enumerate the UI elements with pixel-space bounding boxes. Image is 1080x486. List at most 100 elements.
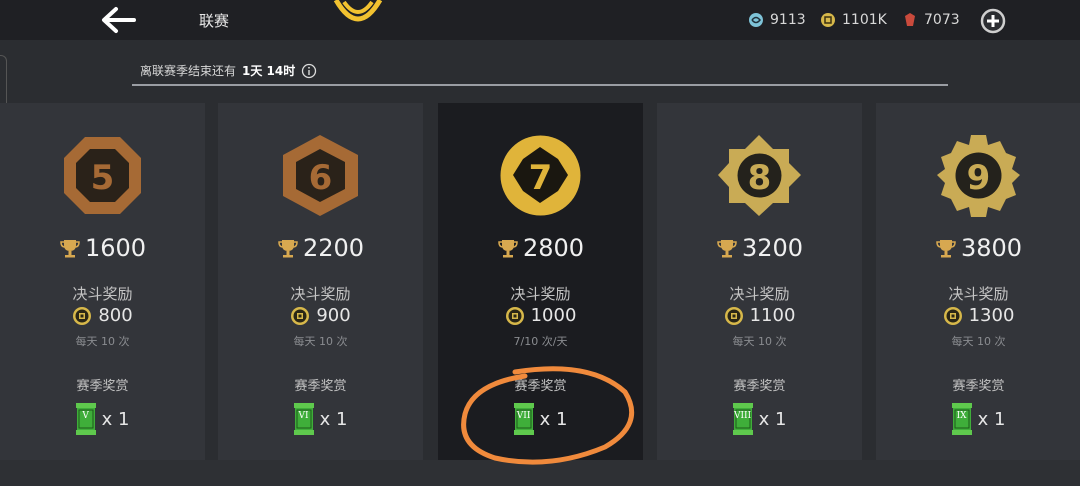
trophy-requirement: 2200 xyxy=(218,234,423,262)
rank-number: 6 xyxy=(309,158,333,198)
season-countdown: 离联赛季结束还有 1天 14时 xyxy=(140,62,317,79)
rank-number: 5 xyxy=(91,158,115,198)
duel-reward: 1000 xyxy=(438,305,643,326)
coin-icon xyxy=(943,306,962,325)
trophy-icon xyxy=(498,240,518,258)
trophy-requirement: 1600 xyxy=(0,234,205,262)
coin-icon xyxy=(73,306,92,325)
chest-icon: VI xyxy=(293,403,314,435)
tier-card-6[interactable]: 6 2200 决斗奖励 900 每天 10 次 赛季奖赏 VI x 1 xyxy=(218,103,423,460)
rank-badge-icon: 5 xyxy=(64,137,141,214)
chest-tier-numeral: V xyxy=(82,411,89,421)
trophy-count: 3800 xyxy=(960,234,1023,262)
season-reward-qty: x 1 xyxy=(101,408,130,430)
duel-reward-limit: 每天 10 次 xyxy=(75,335,130,348)
chest-icon: IX xyxy=(951,403,972,435)
season-reward-qty: x 1 xyxy=(758,408,787,430)
gem-count: 9113 xyxy=(770,12,806,28)
coin-icon xyxy=(724,306,743,325)
trophy-requirement: 2800 xyxy=(438,234,643,262)
trophy-icon xyxy=(278,240,298,258)
duel-reward-amount: 900 xyxy=(316,305,351,326)
chest-icon: VII xyxy=(513,403,534,435)
duel-reward-limit: 每天 10 次 xyxy=(293,335,348,348)
add-currency-button[interactable] xyxy=(980,8,1006,34)
gem-swirl-icon xyxy=(749,13,763,27)
duel-reward-amount: 1100 xyxy=(749,305,796,326)
season-reward-label: 赛季奖赏 xyxy=(514,379,567,394)
tier-card-5[interactable]: 5 1600 决斗奖励 800 每天 10 次 赛季奖赏 V x 1 xyxy=(0,103,205,460)
duel-reward-label: 决斗奖励 xyxy=(729,285,790,303)
duel-reward-label: 决斗奖励 xyxy=(72,285,133,303)
duel-reward-amount: 1300 xyxy=(968,305,1015,326)
trophy-requirement: 3800 xyxy=(876,234,1080,262)
season-reward-label: 赛季奖赏 xyxy=(952,379,1005,394)
season-reward: VII x 1 xyxy=(438,403,643,435)
info-icon[interactable] xyxy=(301,63,317,79)
tier-card-7[interactable]: 7 2800 决斗奖励 1000 7/10 次/天 赛季奖赏 VII x 1 xyxy=(438,103,643,460)
chest-icon: V xyxy=(75,403,96,435)
back-arrow-icon[interactable] xyxy=(100,6,136,34)
duel-reward-label: 决斗奖励 xyxy=(290,285,351,303)
currency-coins: 1101K xyxy=(820,10,887,30)
bottom-strip xyxy=(0,460,1080,486)
trophy-icon xyxy=(60,240,80,258)
chest-tier-numeral: VIII xyxy=(733,411,752,421)
crystal-count: 7073 xyxy=(924,12,960,28)
chest-tier-numeral: VI xyxy=(298,411,309,421)
league-logo-icon xyxy=(333,0,383,22)
season-reward-qty: x 1 xyxy=(539,408,568,430)
tier-card-8[interactable]: 8 3200 决斗奖励 1100 每天 10 次 赛季奖赏 VIII x 1 xyxy=(657,103,862,460)
chest-icon: VIII xyxy=(732,403,753,435)
tier-card-9[interactable]: 9 3800 决斗奖励 1300 每天 10 次 赛季奖赏 IX x 1 xyxy=(876,103,1080,460)
chest-tier-numeral: VII xyxy=(516,411,531,421)
duel-reward-label: 决斗奖励 xyxy=(948,285,1009,303)
trophy-count: 2200 xyxy=(302,234,365,262)
top-bar: 联赛 9113 1101K 7073 xyxy=(0,0,1080,40)
rank-badge-icon: 6 xyxy=(283,135,358,216)
trophy-count: 3200 xyxy=(741,234,804,262)
currency-crystals: 7073 xyxy=(902,10,960,30)
duel-reward-amount: 800 xyxy=(98,305,133,326)
currency-gems: 9113 xyxy=(748,10,806,30)
trophy-requirement: 3200 xyxy=(657,234,862,262)
divider xyxy=(132,84,948,86)
duel-reward-limit: 7/10 次/天 xyxy=(513,335,568,348)
duel-reward-limit: 每天 10 次 xyxy=(951,335,1006,348)
duel-reward-label: 决斗奖励 xyxy=(510,285,571,303)
countdown-label: 离联赛季结束还有 xyxy=(140,64,237,78)
season-reward: VI x 1 xyxy=(218,403,423,435)
duel-reward-limit: 每天 10 次 xyxy=(732,335,787,348)
rank-badge-icon: 7 xyxy=(500,135,581,216)
rank-badge-icon: 8 xyxy=(718,135,801,216)
season-reward-qty: x 1 xyxy=(977,408,1006,430)
rank-badge-icon: 9 xyxy=(937,135,1020,217)
duel-reward: 1100 xyxy=(657,305,862,326)
chest-tier-numeral: IX xyxy=(956,411,967,421)
duel-reward: 800 xyxy=(0,305,205,326)
trophy-icon xyxy=(936,240,956,258)
rank-number: 9 xyxy=(967,158,991,198)
season-reward-label: 赛季奖赏 xyxy=(733,379,786,394)
trophy-count: 1600 xyxy=(84,234,147,262)
duel-reward: 900 xyxy=(218,305,423,326)
season-reward: V x 1 xyxy=(0,403,205,435)
duel-reward-amount: 1000 xyxy=(530,305,577,326)
page-title: 联赛 xyxy=(199,12,230,30)
countdown-value: 1天 14时 xyxy=(242,64,296,78)
season-reward-label: 赛季奖赏 xyxy=(76,379,129,394)
duel-reward: 1300 xyxy=(876,305,1080,326)
season-reward: IX x 1 xyxy=(876,403,1080,435)
trophy-icon xyxy=(717,240,737,258)
coin-count: 1101K xyxy=(842,12,887,28)
rank-number: 8 xyxy=(748,158,772,198)
season-reward: VIII x 1 xyxy=(657,403,862,435)
season-reward-qty: x 1 xyxy=(319,408,348,430)
coin-icon xyxy=(291,306,310,325)
season-reward-label: 赛季奖赏 xyxy=(294,379,347,394)
rank-number: 7 xyxy=(529,158,553,198)
coin-icon xyxy=(505,306,524,325)
trophy-count: 2800 xyxy=(522,234,585,262)
red-crystal-icon xyxy=(905,13,915,26)
coin-icon xyxy=(821,13,835,27)
